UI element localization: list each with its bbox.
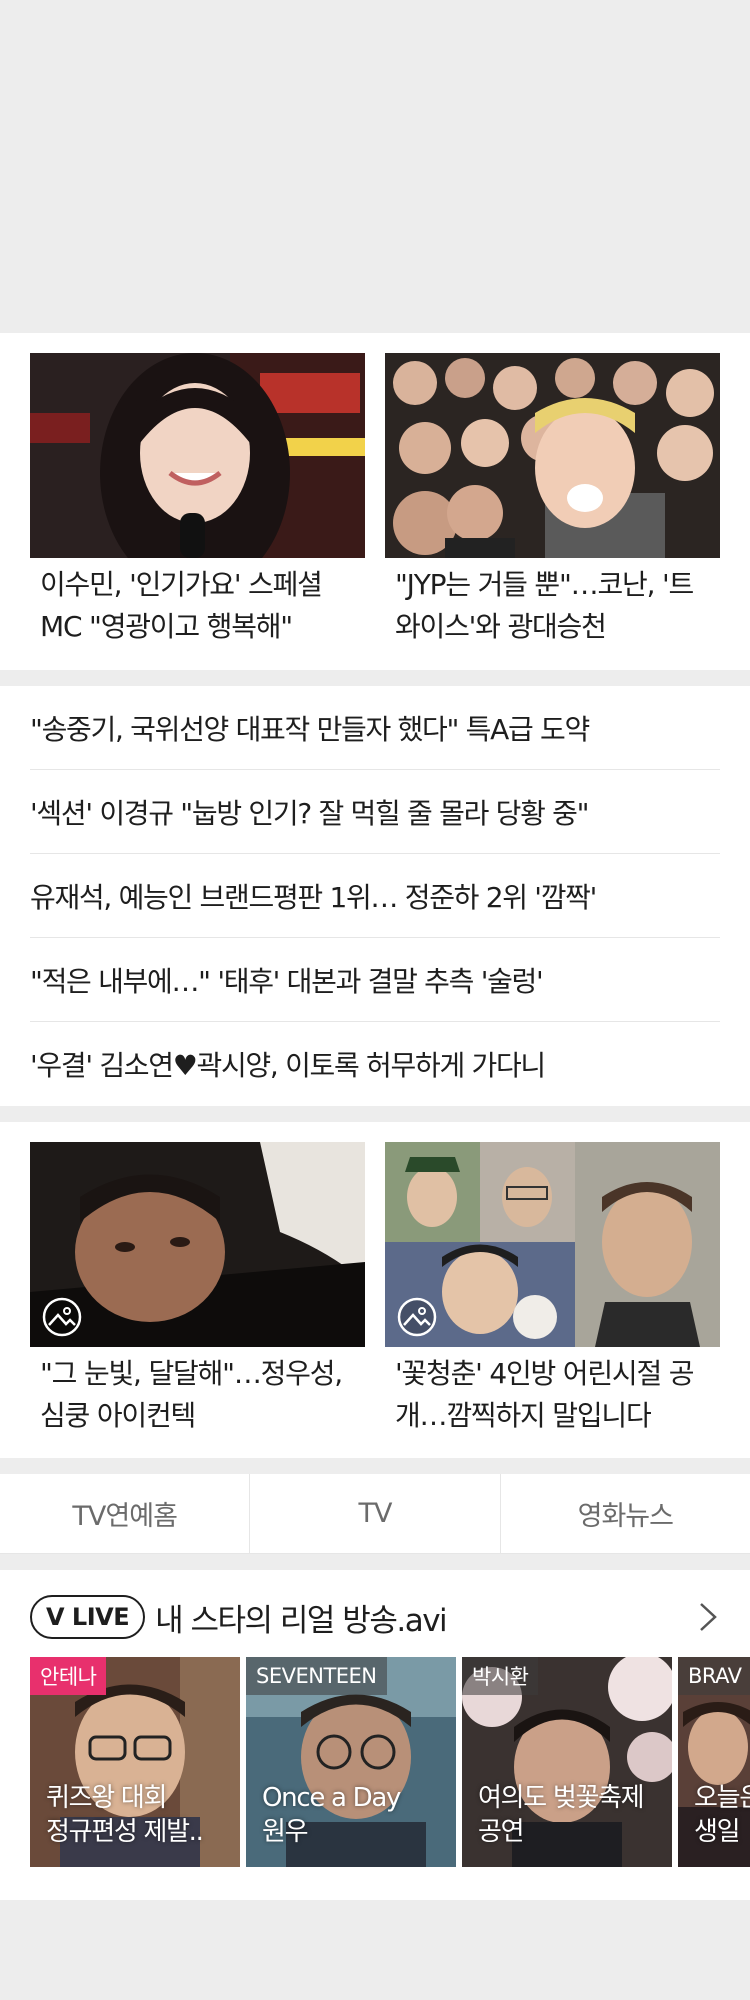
chevron-right-icon[interactable] <box>696 1599 720 1635</box>
section-tabs: TV연예홈 TV 영화뉴스 <box>0 1474 750 1554</box>
featured-news-top: 이수민, '인기가요' 스페셜 MC "영광이고 행복해" "JYP는 거들 뿐… <box>0 333 750 670</box>
vlive-clip[interactable]: SEVENTEEN Once a Day 원우 <box>246 1657 456 1867</box>
clip-channel-tag: 안테나 <box>30 1657 107 1695</box>
headline-link[interactable]: "송중기, 국위선양 대표작 만들자 했다" 특A급 도약 <box>30 686 720 770</box>
tab-tv-entertainment-home[interactable]: TV연예홈 <box>0 1474 251 1553</box>
clip-channel-tag: SEVENTEEN <box>246 1657 387 1695</box>
section-divider <box>0 1554 750 1570</box>
featured-caption[interactable]: '꽃청춘' 4인방 어린시절 공 개…깜찍하지 말입니다 <box>385 1347 720 1457</box>
featured-item[interactable]: '꽃청춘' 4인방 어린시절 공 개…깜찍하지 말입니다 <box>385 1142 720 1457</box>
thumbnail-image <box>30 353 365 558</box>
vlive-clip[interactable]: 박시환 여의도 벚꽃축제 공연 <box>462 1657 672 1867</box>
top-empty-area <box>0 0 750 333</box>
headline-link[interactable]: "적은 내부에…" '태후' 대본과 결말 추측 '술렁' <box>30 938 720 1022</box>
headline-link[interactable]: '우결' 김소연♥곽시양, 이토록 허무하게 가다니 <box>30 1022 720 1106</box>
featured-caption[interactable]: "그 눈빛, 달달해"…정우성, 심쿵 아이컨텍 <box>30 1347 365 1457</box>
featured-caption[interactable]: 이수민, '인기가요' 스페셜 MC "영광이고 행복해" <box>30 558 365 668</box>
thumbnail-image <box>385 353 720 558</box>
vlive-title: 내 스타의 리얼 방송.avi <box>155 1602 448 1639</box>
featured-item[interactable]: "JYP는 거들 뿐"…코난, '트 와이스'와 광대승천 <box>385 353 720 668</box>
section-divider <box>0 670 750 686</box>
vlive-section: V LIVE 내 스타의 리얼 방송.avi 안테나 퀴즈왕 대회 정규편성 제… <box>0 1570 750 1900</box>
section-divider <box>0 1106 750 1122</box>
gallery-icon <box>397 1297 437 1337</box>
clip-title: 퀴즈왕 대회 정규편성 제발.. <box>46 1783 204 1847</box>
vlive-header[interactable]: V LIVE 내 스타의 리얼 방송.avi <box>0 1592 750 1642</box>
thumbnail[interactable] <box>385 1142 720 1347</box>
thumbnail[interactable] <box>30 353 365 558</box>
bottom-empty-area <box>0 1900 750 2000</box>
featured-item[interactable]: "그 눈빛, 달달해"…정우성, 심쿵 아이컨텍 <box>30 1142 365 1457</box>
vlive-clip[interactable]: BRAV 오늘은 생일 <box>678 1657 750 1867</box>
clip-title: 오늘은 생일 <box>694 1783 750 1847</box>
featured-caption[interactable]: "JYP는 거들 뿐"…코난, '트 와이스'와 광대승천 <box>385 558 720 668</box>
featured-news-bottom: "그 눈빛, 달달해"…정우성, 심쿵 아이컨텍 '꽃청춘' 4인방 어린시절 … <box>0 1122 750 1458</box>
clip-title: Once a Day 원우 <box>262 1783 401 1847</box>
gallery-icon <box>42 1297 82 1337</box>
clip-channel-tag: 박시환 <box>462 1657 539 1695</box>
featured-item[interactable]: 이수민, '인기가요' 스페셜 MC "영광이고 행복해" <box>30 353 365 668</box>
headline-list: "송중기, 국위선양 대표작 만들자 했다" 특A급 도약 '섹션' 이경규 "… <box>0 686 750 1106</box>
tab-movie-news[interactable]: 영화뉴스 <box>501 1474 750 1553</box>
vlive-clip-list: 안테나 퀴즈왕 대회 정규편성 제발.. SEVENTEEN Once a Da… <box>0 1657 750 1867</box>
tab-tv[interactable]: TV <box>250 1474 501 1553</box>
thumbnail[interactable] <box>30 1142 365 1347</box>
headline-link[interactable]: '섹션' 이경규 "눕방 인기? 잘 먹힐 줄 몰라 당황 중" <box>30 770 720 854</box>
clip-channel-tag: BRAV <box>678 1657 750 1695</box>
thumbnail[interactable] <box>385 353 720 558</box>
clip-title: 여의도 벚꽃축제 공연 <box>478 1783 645 1847</box>
vlive-logo: V LIVE <box>30 1595 146 1639</box>
headline-link[interactable]: 유재석, 예능인 브랜드평판 1위… 정준하 2위 '깜짝' <box>30 854 720 938</box>
section-divider <box>0 1458 750 1474</box>
vlive-clip[interactable]: 안테나 퀴즈왕 대회 정규편성 제발.. <box>30 1657 240 1867</box>
